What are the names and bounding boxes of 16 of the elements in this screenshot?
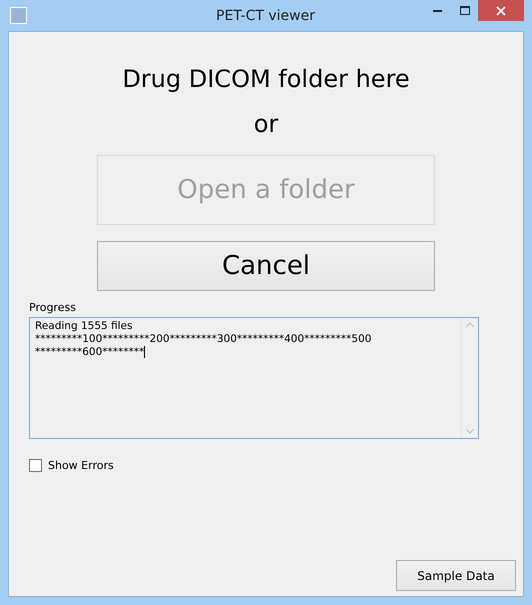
close-icon: [496, 6, 506, 16]
log-line: *********100*********200*********300*********400*********500: [35, 333, 372, 346]
or-label: or: [254, 109, 278, 140]
maximize-icon: [460, 6, 470, 15]
progress-label: Progress: [29, 301, 77, 314]
close-button[interactable]: [478, 0, 524, 21]
minimize-icon: [433, 9, 442, 12]
window-title: PET-CT viewer: [215, 8, 315, 24]
cancel-button[interactable]: Cancel: [97, 241, 435, 291]
show-errors-checkbox[interactable]: [29, 459, 42, 472]
app-icon: [10, 7, 27, 24]
show-errors-label: Show Errors: [48, 459, 114, 472]
sample-data-button[interactable]: Sample Data: [396, 560, 516, 591]
log-line: Reading 1555 files: [35, 320, 134, 333]
drop-hint: Drug DICOM folder here: [122, 64, 410, 95]
log-line: *********600********: [35, 346, 146, 359]
